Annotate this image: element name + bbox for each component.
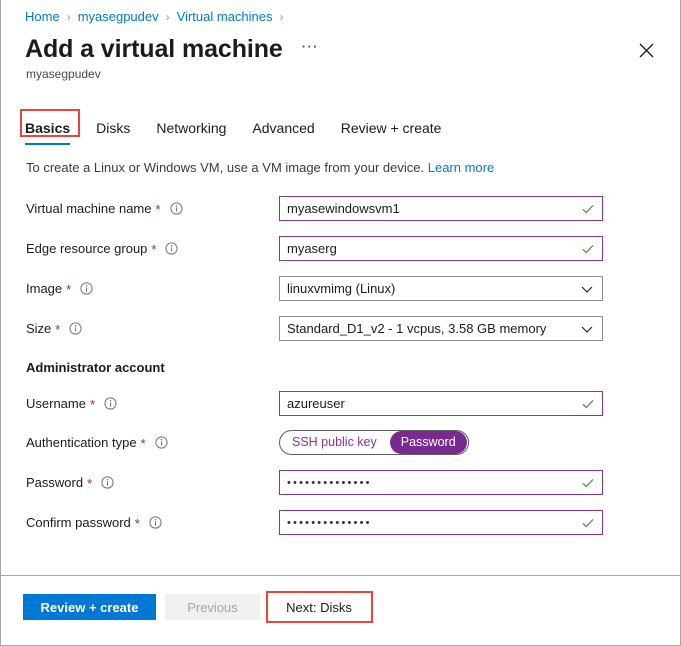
authentication-type-toggle: SSH public key Password (279, 430, 469, 455)
size-value: Standard_D1_v2 - 1 vcpus, 3.58 GB memory (287, 320, 547, 336)
field-row-image: Image * linuxvmimg (Linux) (1, 270, 680, 307)
username-value: azureuser (287, 395, 345, 411)
field-row-edge-resource-group: Edge resource group * myaserg (1, 230, 680, 267)
title-row: Add a virtual machine ⋯ (25, 33, 323, 65)
add-virtual-machine-blade: Home › myasegpudev › Virtual machines › … (0, 0, 681, 646)
valid-check-icon (581, 476, 595, 490)
vm-name-label-group: Virtual machine name * (26, 200, 183, 218)
chevron-down-icon (580, 282, 594, 296)
more-options-button[interactable]: ⋯ (297, 36, 323, 57)
username-label-group: Username * (26, 395, 117, 413)
chevron-down-icon (580, 322, 594, 336)
tab-review-create[interactable]: Review + create (341, 120, 442, 145)
required-asterisk: * (155, 202, 161, 217)
required-asterisk: * (151, 242, 157, 257)
info-icon[interactable] (69, 322, 82, 335)
page-title: Add a virtual machine (25, 35, 283, 63)
edge-resource-group-label: Edge resource group (26, 240, 148, 256)
description-text: To create a Linux or Windows VM, use a V… (26, 160, 425, 175)
breadcrumb-separator-icon: › (165, 10, 170, 24)
password-label: Password (26, 474, 84, 490)
required-asterisk: * (87, 476, 93, 491)
breadcrumb-item-virtual-machines[interactable]: Virtual machines (177, 7, 273, 27)
size-label: Size (26, 320, 52, 336)
size-dropdown[interactable]: Standard_D1_v2 - 1 vcpus, 3.58 GB memory (279, 316, 603, 341)
breadcrumb: Home › myasegpudev › Virtual machines › (25, 7, 291, 27)
required-asterisk: * (55, 322, 61, 337)
valid-check-icon (581, 242, 595, 256)
info-icon[interactable] (101, 476, 114, 489)
valid-check-icon (581, 397, 595, 411)
image-dropdown[interactable]: linuxvmimg (Linux) (279, 276, 603, 301)
required-asterisk: * (134, 516, 140, 531)
valid-check-icon (581, 516, 595, 530)
required-asterisk: * (140, 436, 146, 451)
confirm-password-value: •••••••••••••• (287, 516, 372, 529)
breadcrumb-item-myasegpudev[interactable]: myasegpudev (78, 7, 159, 27)
administrator-account-heading: Administrator account (26, 360, 165, 375)
blade-description: To create a Linux or Windows VM, use a V… (26, 159, 494, 177)
info-icon[interactable] (165, 242, 179, 255)
vm-name-input[interactable]: myasewindowsvm1 (279, 196, 603, 221)
tab-basics[interactable]: Basics (25, 120, 71, 145)
tab-bar: Basics Disks Networking Advanced Review … (25, 115, 467, 145)
valid-check-icon (581, 202, 595, 216)
edge-resource-group-label-group: Edge resource group * (26, 240, 179, 258)
vm-name-label: Virtual machine name (26, 200, 152, 216)
page-subtitle: myasegpudev (26, 67, 101, 81)
field-row-authentication-type: Authentication type * SSH public key Pas… (1, 424, 680, 461)
field-row-size: Size * Standard_D1_v2 - 1 vcpus, 3.58 GB… (1, 310, 680, 347)
auth-option-password[interactable]: Password (389, 431, 467, 454)
confirm-password-label: Confirm password (26, 514, 131, 530)
info-icon[interactable] (169, 202, 183, 215)
required-asterisk: * (66, 282, 72, 297)
username-label: Username (26, 395, 86, 411)
info-icon[interactable] (149, 516, 162, 529)
vm-name-value: myasewindowsvm1 (287, 200, 400, 216)
review-create-button[interactable]: Review + create (23, 594, 156, 620)
required-asterisk: * (89, 397, 96, 412)
info-icon[interactable] (155, 436, 168, 449)
next-disks-button[interactable]: Next: Disks (269, 594, 369, 620)
field-row-confirm-password: Confirm password * •••••••••••••• (1, 504, 680, 541)
previous-button: Previous (165, 594, 260, 620)
image-value: linuxvmimg (Linux) (287, 280, 396, 296)
username-input[interactable]: azureuser (279, 391, 603, 416)
password-input[interactable]: •••••••••••••• (279, 470, 603, 495)
field-row-username: Username * azureuser (1, 385, 680, 422)
edge-resource-group-input[interactable]: myaserg (279, 236, 603, 261)
tab-networking[interactable]: Networking (156, 120, 226, 145)
authentication-type-label-group: Authentication type * (26, 434, 168, 452)
confirm-password-input[interactable]: •••••••••••••• (279, 510, 603, 535)
info-icon[interactable] (104, 397, 117, 410)
field-row-vm-name: Virtual machine name * myasewindowsvm1 (1, 190, 680, 227)
edge-resource-group-value: myaserg (287, 240, 337, 256)
breadcrumb-separator-icon: › (66, 10, 71, 24)
close-button[interactable] (632, 36, 660, 64)
password-value: •••••••••••••• (287, 476, 372, 489)
tab-disks[interactable]: Disks (96, 120, 130, 145)
auth-option-ssh-public-key[interactable]: SSH public key (281, 431, 388, 454)
tab-advanced[interactable]: Advanced (252, 120, 314, 145)
breadcrumb-item-home[interactable]: Home (25, 7, 60, 27)
info-icon[interactable] (80, 282, 93, 295)
close-icon (639, 43, 654, 58)
learn-more-link[interactable]: Learn more (428, 160, 494, 175)
confirm-password-label-group: Confirm password * (26, 514, 162, 532)
field-row-password: Password * •••••••••••••• (1, 464, 680, 501)
image-label-group: Image * (26, 280, 93, 298)
image-label: Image (26, 280, 63, 296)
breadcrumb-separator-icon: › (279, 10, 284, 24)
authentication-type-label: Authentication type (26, 434, 137, 450)
password-label-group: Password * (26, 474, 114, 492)
size-label-group: Size * (26, 320, 82, 338)
